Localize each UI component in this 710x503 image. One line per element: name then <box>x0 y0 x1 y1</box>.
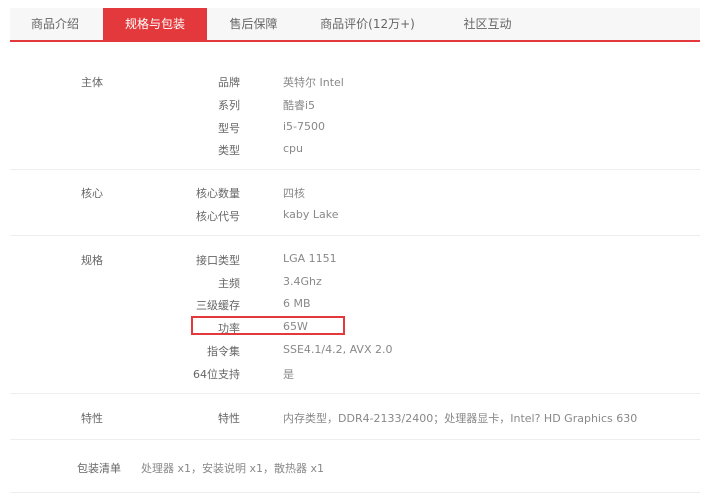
spec-value-core-count: 四核 <box>283 187 305 200</box>
spec-value-64bit: 是 <box>283 368 294 381</box>
spec-value-model: i5-7500 <box>283 120 326 133</box>
packing-list-value: 处理器 x1，安装说明 x1，散热器 x1 <box>141 462 325 475</box>
group-title-core: 核心 <box>81 187 103 200</box>
tab-after-sales[interactable]: 售后保障 <box>207 8 300 40</box>
spec-value-core-codename: kaby Lake <box>283 208 339 221</box>
section-divider <box>10 439 700 440</box>
spec-value-power: 65W <box>283 320 308 333</box>
group-title-main: 主体 <box>81 76 103 89</box>
power-highlight-box <box>191 316 345 335</box>
group-title-features: 特性 <box>81 412 103 425</box>
spec-key-model: 型号 <box>218 122 240 135</box>
group-title-specs: 规格 <box>81 254 103 267</box>
section-divider <box>10 492 700 493</box>
tab-specs-packing[interactable]: 规格与包装 <box>103 8 207 40</box>
spec-key-l3-cache: 三级缓存 <box>196 299 240 312</box>
spec-key-64bit: 64位支持 <box>193 368 240 381</box>
spec-value-l3-cache: 6 MB <box>283 297 311 310</box>
spec-value-socket: LGA 1151 <box>283 252 337 265</box>
spec-key-instruction-set: 指令集 <box>207 345 240 358</box>
spec-value-frequency: 3.4Ghz <box>283 275 322 288</box>
product-tab-bar: 商品介绍 规格与包装 售后保障 商品评价(12万+) 社区互动 <box>10 8 700 42</box>
spec-value-brand: 英特尔 Intel <box>283 76 344 89</box>
tab-community[interactable]: 社区互动 <box>435 8 540 40</box>
section-divider <box>10 235 700 236</box>
section-divider <box>10 169 700 170</box>
tab-product-intro[interactable]: 商品介绍 <box>10 8 100 40</box>
spec-key-series: 系列 <box>218 99 240 112</box>
spec-key-type: 类型 <box>218 144 240 157</box>
section-divider <box>10 393 700 394</box>
packing-list-label: 包装清单 <box>77 462 121 475</box>
spec-key-socket: 接口类型 <box>196 254 240 267</box>
spec-key-features: 特性 <box>218 412 240 425</box>
spec-value-features: 内存类型，DDR4-2133/2400；处理器显卡，Intel? HD Grap… <box>283 412 638 425</box>
spec-value-series: 酷睿i5 <box>283 99 316 112</box>
spec-key-core-codename: 核心代号 <box>196 210 240 223</box>
tab-reviews[interactable]: 商品评价(12万+) <box>300 8 435 40</box>
spec-key-power: 功率 <box>218 322 240 335</box>
spec-value-type: cpu <box>283 142 304 155</box>
spec-value-instruction-set: SSE4.1/4.2, AVX 2.0 <box>283 343 393 356</box>
spec-key-frequency: 主频 <box>218 277 240 290</box>
spec-key-core-count: 核心数量 <box>196 187 240 200</box>
spec-key-brand: 品牌 <box>218 76 240 89</box>
